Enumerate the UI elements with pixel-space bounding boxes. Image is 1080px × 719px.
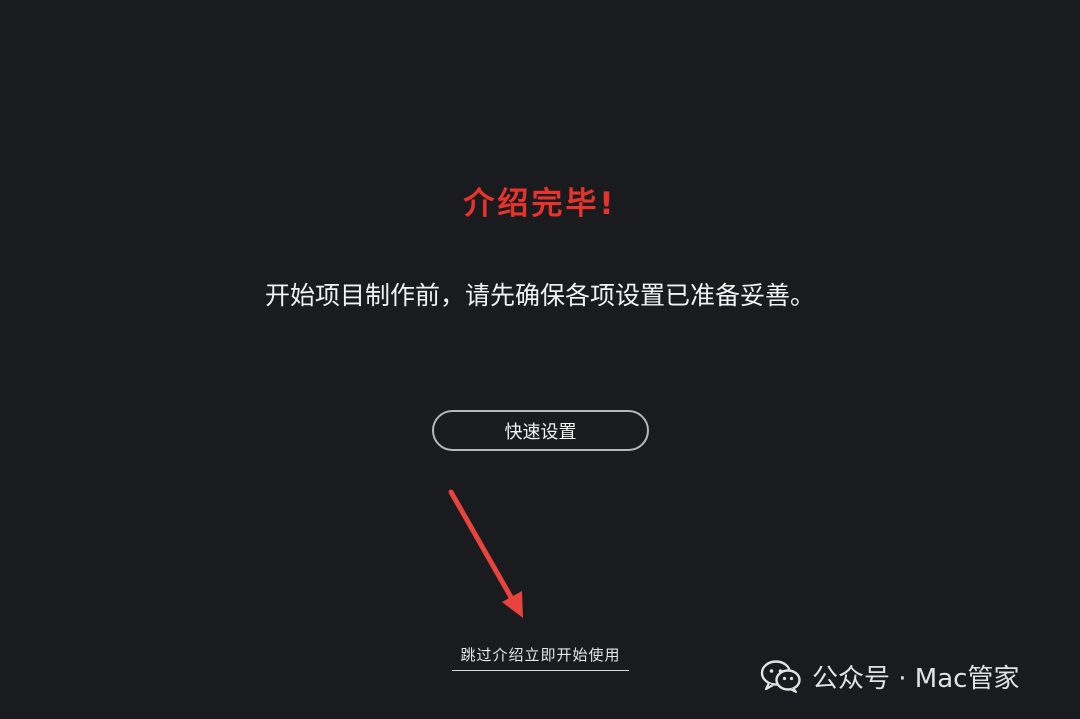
wechat-icon [760, 660, 801, 693]
annotation-arrow-icon [448, 489, 523, 618]
watermark-text: 公众号 · Mac管家 [812, 663, 1020, 694]
watermark: 公众号 · Mac管家 [760, 656, 1019, 696]
skip-intro-link[interactable]: 跳过介绍立即开始使用 [452, 644, 629, 671]
